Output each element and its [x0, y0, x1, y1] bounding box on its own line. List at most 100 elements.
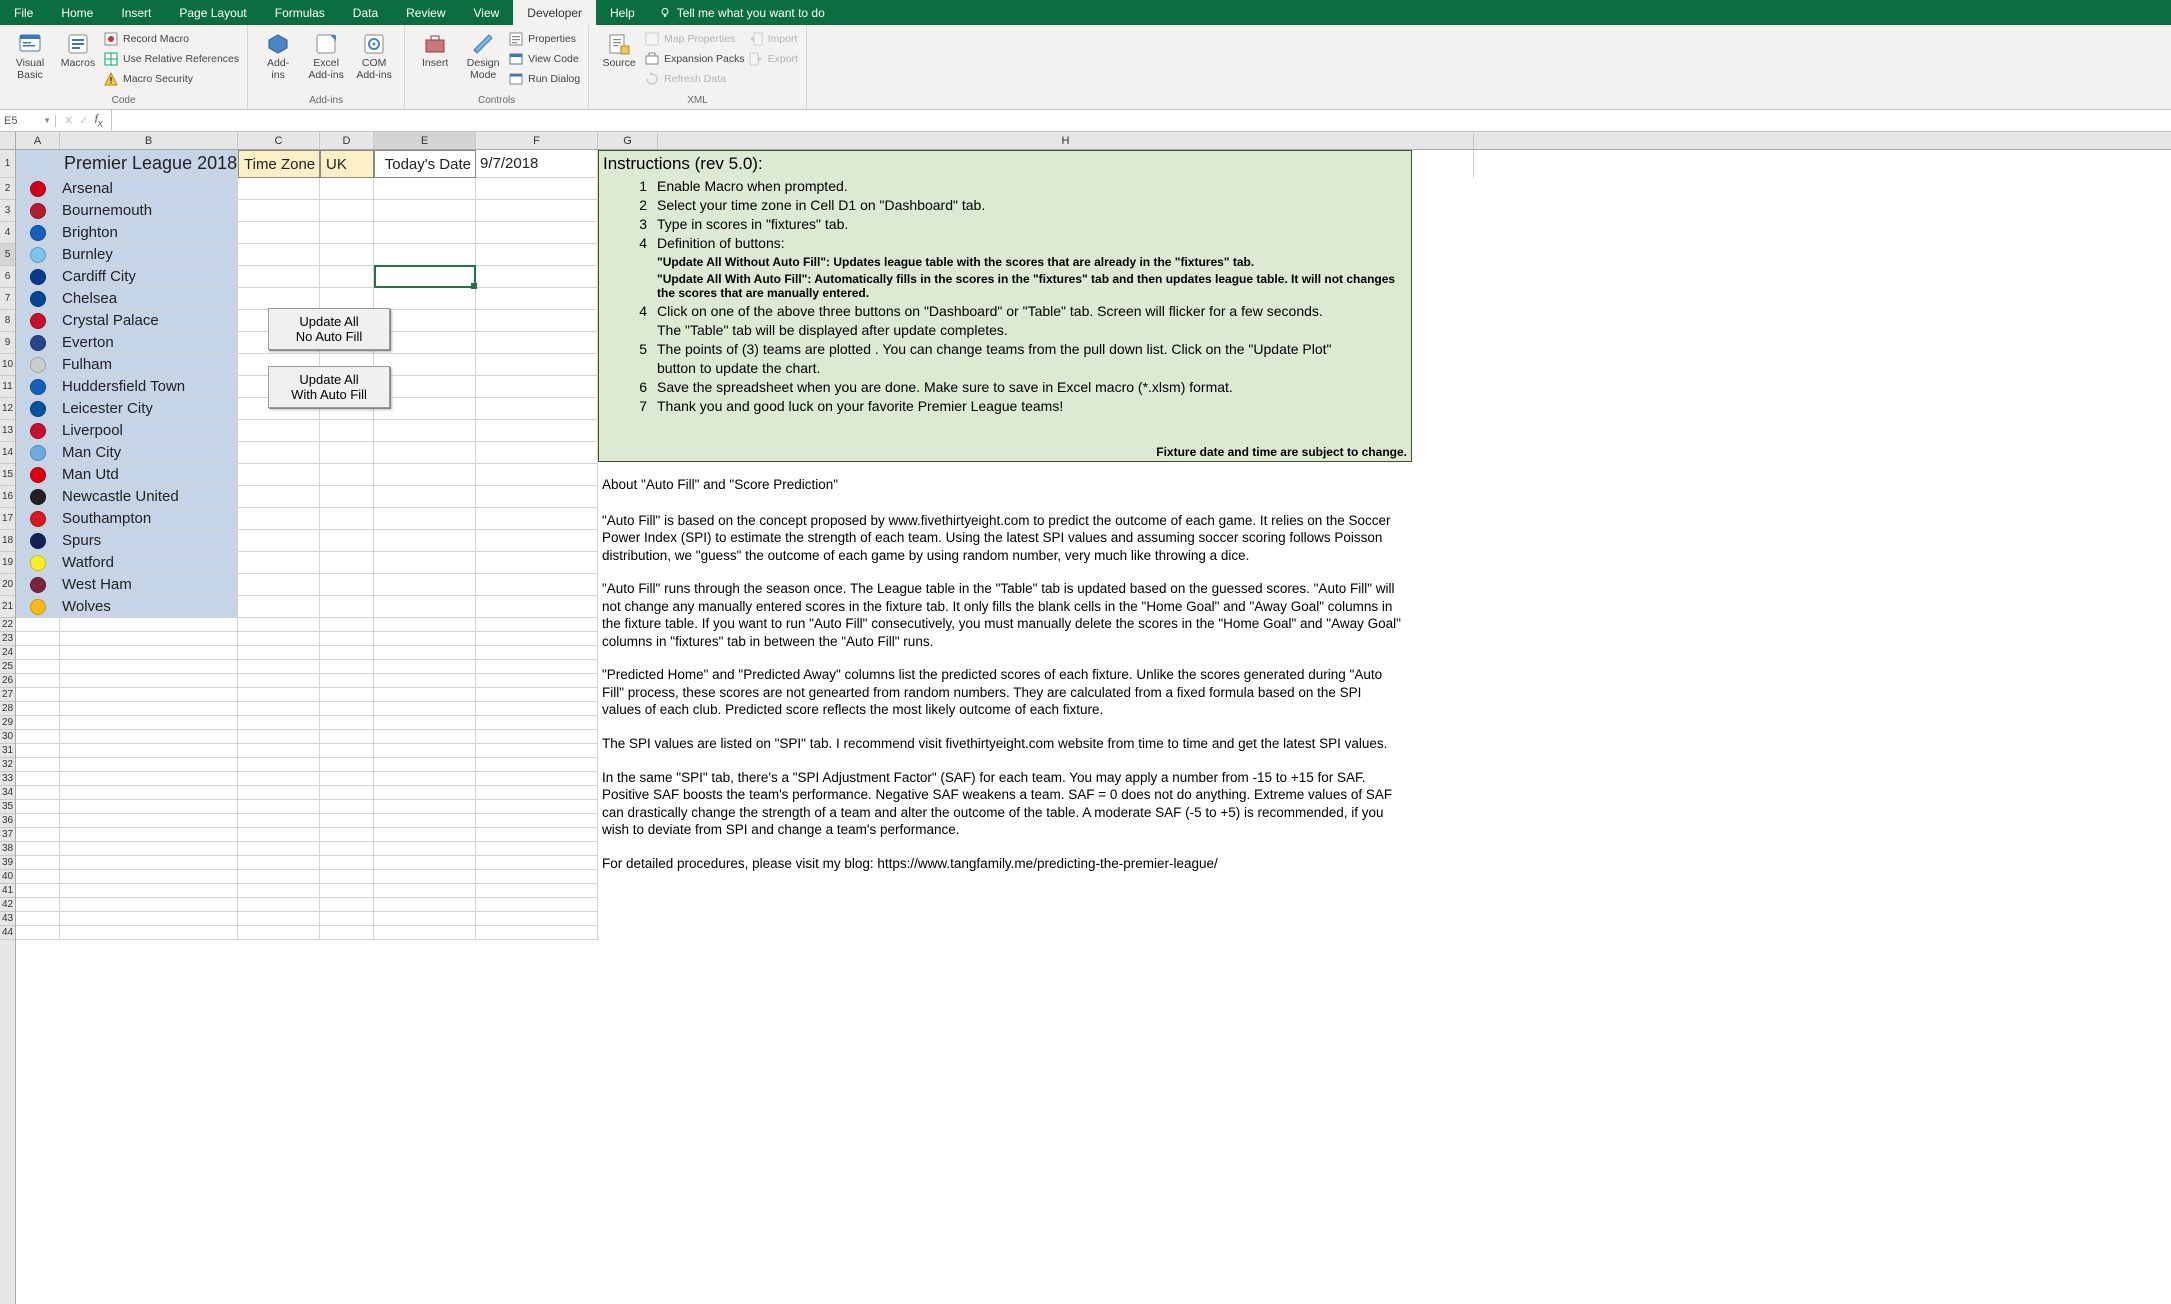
- tab-view[interactable]: View: [460, 0, 514, 25]
- row-header[interactable]: 15: [0, 464, 15, 486]
- toolbox-icon: [423, 32, 447, 56]
- row-header[interactable]: 19: [0, 552, 15, 574]
- col-header-g[interactable]: G: [598, 132, 658, 149]
- row-header[interactable]: 14: [0, 442, 15, 464]
- row-header[interactable]: 1: [0, 150, 15, 178]
- tab-page-layout[interactable]: Page Layout: [165, 0, 260, 25]
- tab-insert[interactable]: Insert: [107, 0, 165, 25]
- relative-references-button[interactable]: Use Relative References: [104, 50, 239, 68]
- row-header[interactable]: 44: [0, 926, 15, 940]
- tell-me-search[interactable]: Tell me what you want to do: [649, 0, 835, 25]
- row-header[interactable]: 25: [0, 660, 15, 674]
- name-box[interactable]: E5▼: [0, 115, 56, 127]
- row-header[interactable]: 6: [0, 266, 15, 288]
- row-header[interactable]: 24: [0, 646, 15, 660]
- tab-review[interactable]: Review: [392, 0, 459, 25]
- record-macro-button[interactable]: Record Macro: [104, 30, 239, 48]
- row-header[interactable]: 23: [0, 632, 15, 646]
- row-header[interactable]: 39: [0, 856, 15, 870]
- row-header[interactable]: 36: [0, 814, 15, 828]
- row-header[interactable]: 32: [0, 758, 15, 772]
- today-date-value: 9/7/2018: [476, 150, 598, 178]
- row-header[interactable]: 42: [0, 898, 15, 912]
- about-title: About "Auto Fill" and "Score Prediction": [602, 476, 1410, 494]
- row-header[interactable]: 38: [0, 842, 15, 856]
- row-header[interactable]: 31: [0, 744, 15, 758]
- col-header-f[interactable]: F: [476, 132, 598, 149]
- row-header[interactable]: 26: [0, 674, 15, 688]
- row-header[interactable]: 17: [0, 508, 15, 530]
- macros-button[interactable]: Macros: [56, 28, 100, 93]
- row-header[interactable]: 11: [0, 376, 15, 398]
- col-header-h[interactable]: H: [658, 132, 1474, 149]
- row-header[interactable]: 41: [0, 884, 15, 898]
- run-dialog-button[interactable]: Run Dialog: [509, 70, 580, 88]
- tab-home[interactable]: Home: [47, 0, 107, 25]
- import-button: Import: [749, 30, 798, 48]
- cells-area[interactable]: Premier League 2018/19 Time Zone UK Toda…: [16, 150, 2171, 1304]
- row-header[interactable]: 10: [0, 354, 15, 376]
- col-header-c[interactable]: C: [238, 132, 320, 149]
- row-header[interactable]: 27: [0, 688, 15, 702]
- com-addins-button[interactable]: COM Add-ins: [352, 28, 396, 93]
- row-header[interactable]: 33: [0, 772, 15, 786]
- col-header-d[interactable]: D: [320, 132, 374, 149]
- tab-formulas[interactable]: Formulas: [261, 0, 339, 25]
- row-header[interactable]: 9: [0, 332, 15, 354]
- team-logo: [30, 247, 46, 263]
- properties-button[interactable]: Properties: [509, 30, 580, 48]
- addins-button[interactable]: Add- ins: [256, 28, 300, 93]
- insert-control-button[interactable]: Insert: [413, 28, 457, 93]
- team-name: Man City: [60, 442, 238, 464]
- col-header-a[interactable]: A: [16, 132, 60, 149]
- update-all-no-autofill-button[interactable]: Update All No Auto Fill: [268, 308, 390, 350]
- xml-source-button[interactable]: Source: [597, 28, 641, 93]
- row-header[interactable]: 37: [0, 828, 15, 842]
- enter-icon[interactable]: ✓: [79, 114, 88, 127]
- col-header-b[interactable]: B: [60, 132, 238, 149]
- row-header[interactable]: 35: [0, 800, 15, 814]
- tab-data[interactable]: Data: [339, 0, 392, 25]
- time-zone-value[interactable]: UK: [320, 150, 374, 178]
- select-all-corner[interactable]: [0, 132, 16, 149]
- formula-bar-buttons: ✕ ✓ fx: [56, 110, 112, 131]
- row-header[interactable]: 16: [0, 486, 15, 508]
- fx-icon[interactable]: fx: [94, 112, 102, 129]
- row-header[interactable]: 30: [0, 730, 15, 744]
- col-header-e[interactable]: E: [374, 132, 476, 149]
- view-code-button[interactable]: View Code: [509, 50, 580, 68]
- row-header[interactable]: 5: [0, 244, 15, 266]
- source-icon: [607, 32, 631, 56]
- row-header[interactable]: 3: [0, 200, 15, 222]
- macro-security-button[interactable]: Macro Security: [104, 70, 239, 88]
- row-header[interactable]: 13: [0, 420, 15, 442]
- row-header[interactable]: 22: [0, 618, 15, 632]
- row-header[interactable]: 8: [0, 310, 15, 332]
- design-mode-button[interactable]: Design Mode: [461, 28, 505, 93]
- team-name: Fulham: [60, 354, 238, 376]
- tab-developer[interactable]: Developer: [513, 0, 596, 25]
- row-header[interactable]: 28: [0, 702, 15, 716]
- com-addins-icon: [362, 32, 386, 56]
- expansion-packs-button[interactable]: Expansion Packs: [645, 50, 745, 68]
- visual-basic-button[interactable]: Visual Basic: [8, 28, 52, 93]
- row-header[interactable]: 29: [0, 716, 15, 730]
- tab-file[interactable]: File: [0, 0, 47, 25]
- row-header[interactable]: 43: [0, 912, 15, 926]
- row-header[interactable]: 12: [0, 398, 15, 420]
- formula-bar: E5▼ ✕ ✓ fx: [0, 110, 2171, 132]
- worksheet-grid[interactable]: A B C D E F G H 123456789101112131415161…: [0, 132, 2171, 1304]
- update-all-with-autofill-button[interactable]: Update All With Auto Fill: [268, 366, 390, 408]
- row-header[interactable]: 2: [0, 178, 15, 200]
- row-header[interactable]: 4: [0, 222, 15, 244]
- tab-help[interactable]: Help: [596, 0, 649, 25]
- row-header[interactable]: 21: [0, 596, 15, 618]
- group-label-addins: Add-ins: [256, 93, 396, 109]
- row-header[interactable]: 18: [0, 530, 15, 552]
- row-header[interactable]: 40: [0, 870, 15, 884]
- row-header[interactable]: 7: [0, 288, 15, 310]
- excel-addins-button[interactable]: Excel Add-ins: [304, 28, 348, 93]
- row-header[interactable]: 20: [0, 574, 15, 596]
- cancel-icon[interactable]: ✕: [64, 114, 73, 127]
- row-header[interactable]: 34: [0, 786, 15, 800]
